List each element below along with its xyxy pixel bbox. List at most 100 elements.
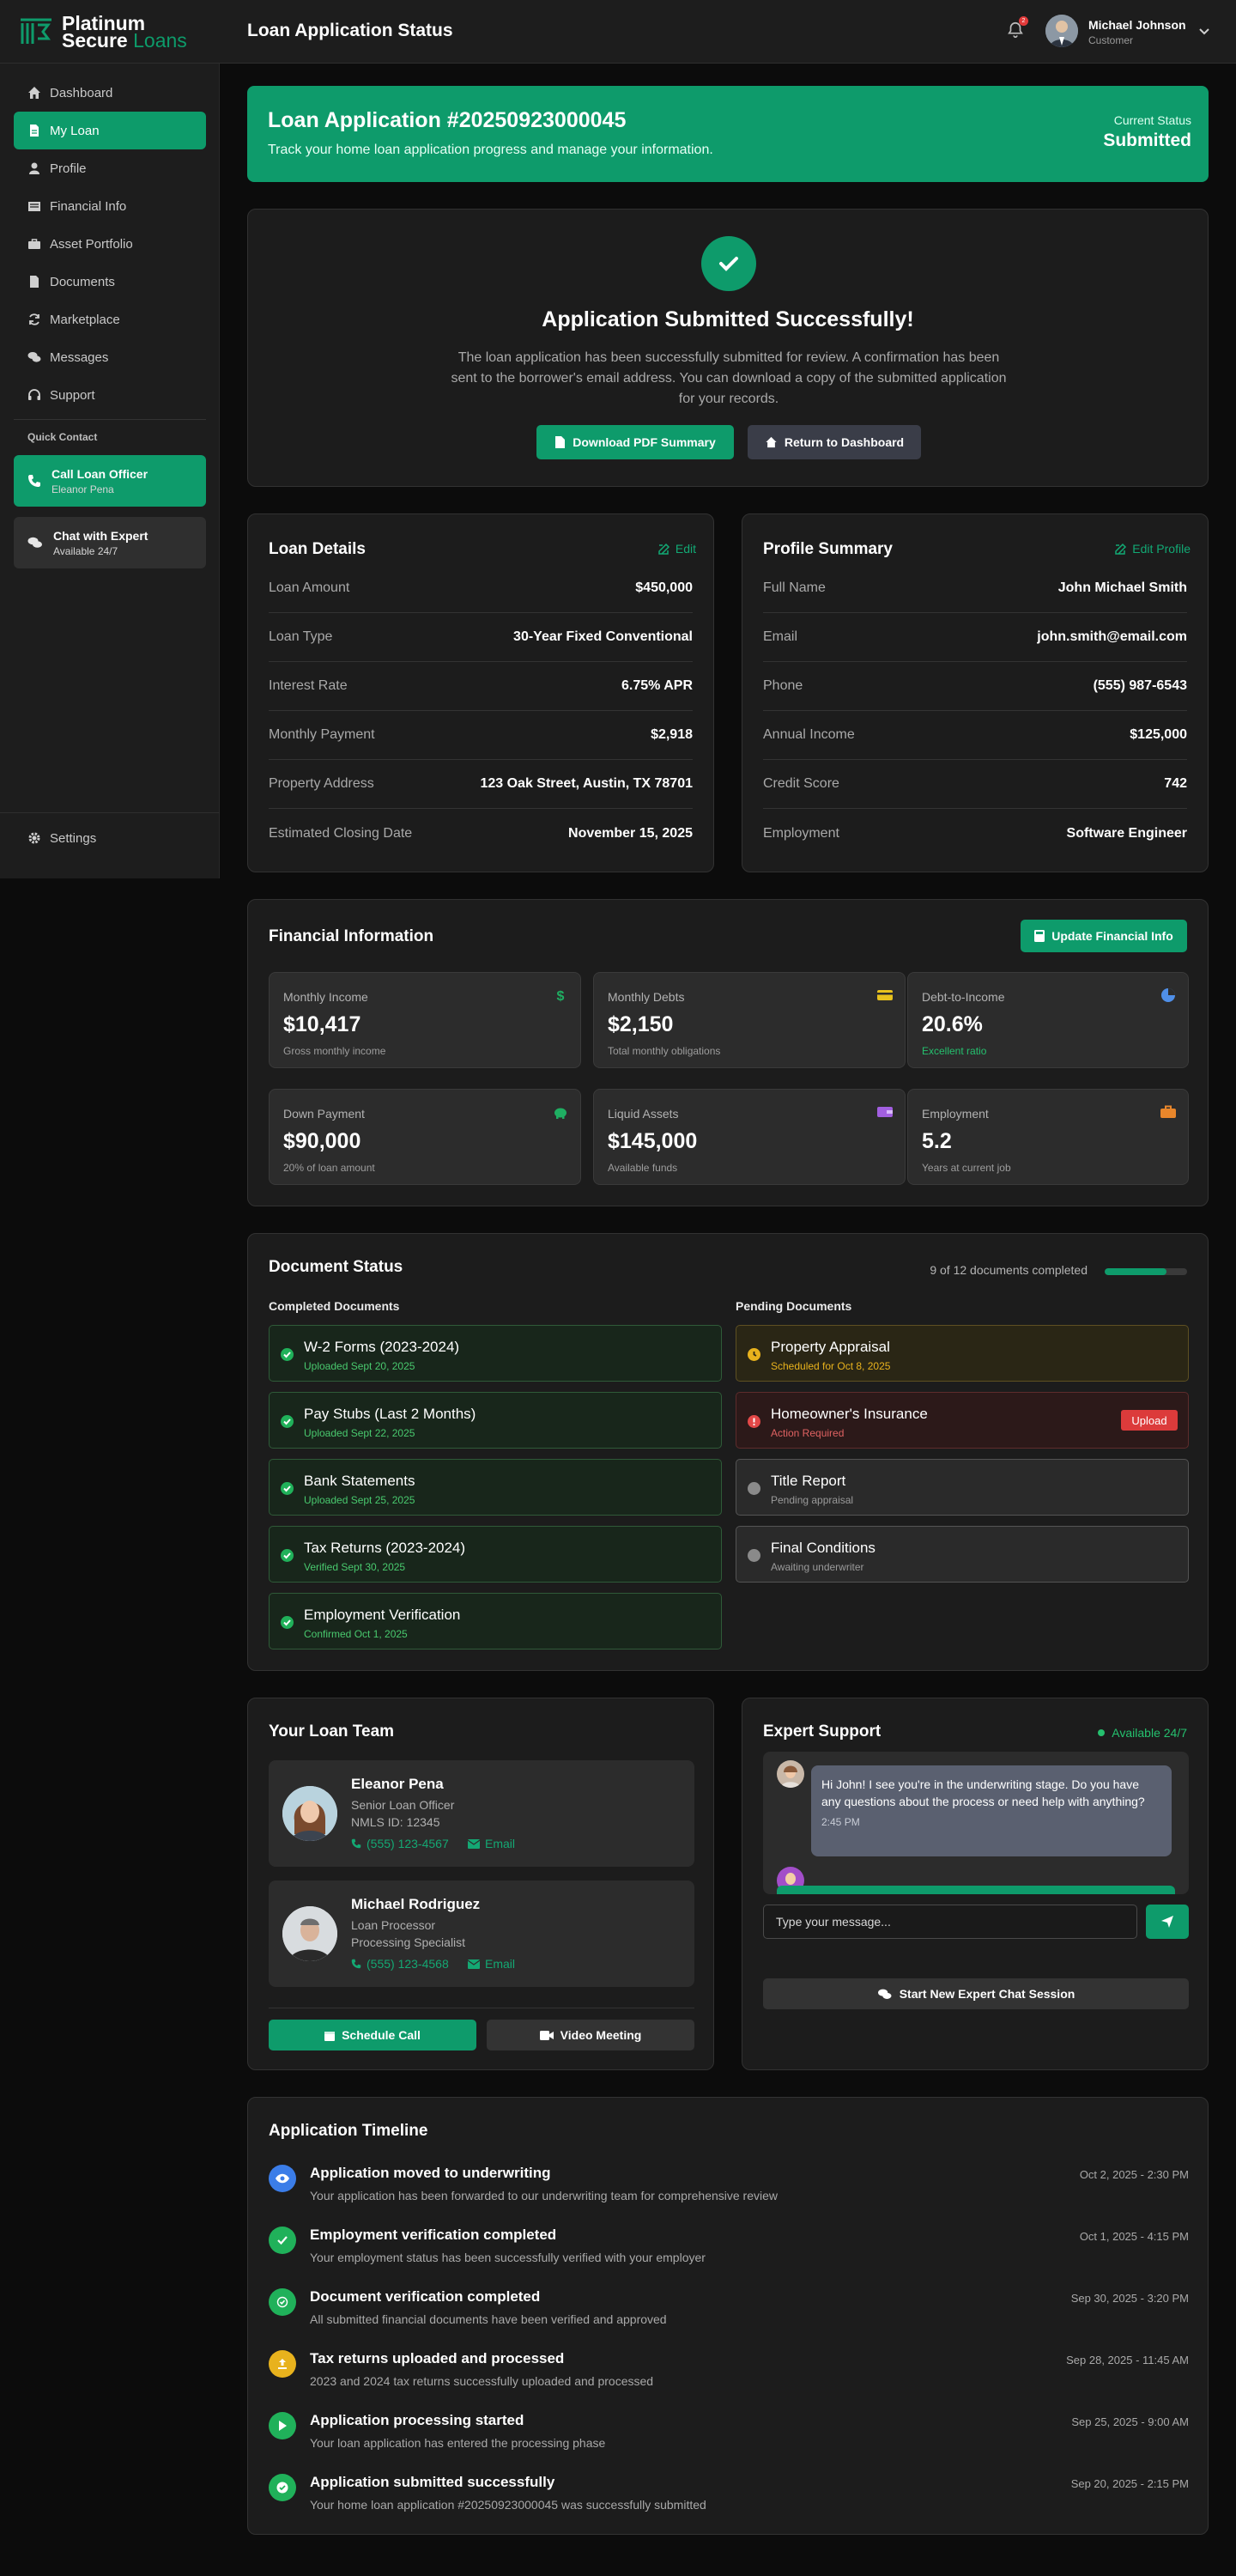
stat-sub: Years at current job bbox=[922, 1162, 1011, 1174]
pending-document-item[interactable]: Title Report Pending appraisal bbox=[736, 1459, 1189, 1516]
edit-profile-button[interactable]: Edit Profile bbox=[1115, 542, 1191, 556]
document-status: Uploaded Sept 25, 2025 bbox=[304, 1494, 415, 1506]
start-expert-chat-button[interactable]: Start New Expert Chat Session bbox=[763, 1978, 1189, 2009]
sidebar-item-messages[interactable]: Messages bbox=[14, 338, 206, 376]
stat-liquid-assets: Liquid Assets $145,000 Available funds bbox=[593, 1089, 906, 1185]
chevron-down-icon[interactable] bbox=[1198, 26, 1210, 38]
stat-value: $90,000 bbox=[283, 1129, 361, 1153]
timeline-event-desc: 2023 and 2024 tax returns successfully u… bbox=[310, 2374, 654, 2388]
video-meeting-button[interactable]: Video Meeting bbox=[487, 2020, 694, 2050]
sidebar-item-asset-portfolio[interactable]: Asset Portfolio bbox=[14, 225, 206, 263]
timeline-card: Application Timeline Application moved t… bbox=[247, 2097, 1209, 2535]
pending-document-item[interactable]: Property Appraisal Scheduled for Oct 8, … bbox=[736, 1325, 1189, 1382]
edit-profile-label: Edit Profile bbox=[1132, 542, 1191, 556]
timeline-event: Application submitted successfully Your … bbox=[269, 2472, 1189, 2522]
chat-message-bubble: Hi John! I see you're in the underwritin… bbox=[811, 1765, 1172, 1856]
profile-key: Annual Income bbox=[763, 727, 855, 742]
return-dashboard-button[interactable]: Return to Dashboard bbox=[748, 425, 921, 459]
sidebar-item-documents[interactable]: Documents bbox=[14, 263, 206, 301]
timeline-event-desc: Your home loan application #202509230000… bbox=[310, 2498, 706, 2512]
send-message-button[interactable] bbox=[1146, 1905, 1189, 1939]
download-pdf-label: Download PDF Summary bbox=[573, 435, 716, 449]
stat-value: 5.2 bbox=[922, 1129, 952, 1153]
timeline-event-title: Application processing started bbox=[310, 2412, 524, 2428]
timeline-event: Tax returns uploaded and processed 2023 … bbox=[269, 2348, 1189, 2398]
completed-document-item[interactable]: Tax Returns (2023-2024) Verified Sept 30… bbox=[269, 1526, 722, 1583]
call-officer-title: Call Loan Officer bbox=[52, 466, 148, 481]
sidebar-item-financial-info[interactable]: Financial Info bbox=[14, 187, 206, 225]
profile-row: Email john.smith@email.com bbox=[763, 613, 1187, 662]
edit-loan-button[interactable]: Edit bbox=[658, 542, 696, 556]
user-name[interactable]: Michael Johnson bbox=[1088, 18, 1186, 32]
completed-document-item[interactable]: Pay Stubs (Last 2 Months) Uploaded Sept … bbox=[269, 1392, 722, 1449]
chat-message-input[interactable]: Type your message... bbox=[763, 1905, 1137, 1939]
upload-button[interactable]: Upload bbox=[1121, 1410, 1178, 1431]
document-status: Awaiting underwriter bbox=[771, 1561, 864, 1573]
stat-monthly-debts: Monthly Debts $2,150 Total monthly oblig… bbox=[593, 972, 906, 1068]
upload-icon bbox=[269, 2350, 296, 2378]
timeline-event: Application processing started Your loan… bbox=[269, 2410, 1189, 2460]
avatar[interactable] bbox=[1045, 15, 1078, 47]
sidebar-item-profile[interactable]: Profile bbox=[14, 149, 206, 187]
notifications-button[interactable]: 2 bbox=[1006, 16, 1028, 39]
sidebar-item-support[interactable]: Support bbox=[14, 376, 206, 414]
file-check-icon bbox=[269, 2288, 296, 2316]
chat-with-expert-button[interactable]: Chat with Expert Available 24/7 bbox=[14, 517, 206, 568]
email-link[interactable]: Email bbox=[468, 1957, 515, 1971]
email-link[interactable]: Email bbox=[468, 1837, 515, 1850]
sidebar-item-settings[interactable]: Settings bbox=[14, 819, 206, 857]
clock-icon bbox=[748, 1348, 760, 1361]
update-financial-button[interactable]: Update Financial Info bbox=[1021, 920, 1187, 952]
pending-document-item[interactable]: Homeowner's Insurance Action Required Up… bbox=[736, 1392, 1189, 1449]
video-meeting-label: Video Meeting bbox=[560, 2028, 642, 2042]
sidebar-item-marketplace[interactable]: Marketplace bbox=[14, 301, 206, 338]
completed-document-item[interactable]: Employment Verification Confirmed Oct 1,… bbox=[269, 1593, 722, 1649]
detail-key: Interest Rate bbox=[269, 678, 348, 693]
team-member-card: Michael Rodriguez Loan Processor Process… bbox=[269, 1880, 694, 1987]
gear-icon bbox=[28, 832, 40, 844]
detail-row: Monthly Payment $2,918 bbox=[269, 711, 693, 760]
detail-row: Interest Rate 6.75% APR bbox=[269, 662, 693, 711]
detail-key: Estimated Closing Date bbox=[269, 825, 413, 841]
timeline-event-desc: Your employment status has been successf… bbox=[310, 2251, 706, 2264]
phone-link[interactable]: (555) 123-4568 bbox=[351, 1957, 449, 1971]
sidebar-item-dashboard[interactable]: Dashboard bbox=[14, 74, 206, 112]
calendar-icon bbox=[324, 2031, 336, 2041]
check-circle-icon bbox=[281, 1616, 294, 1629]
brand-logo[interactable]: Platinum Secure Loans bbox=[19, 14, 187, 51]
document-name: Pay Stubs (Last 2 Months) bbox=[304, 1406, 476, 1422]
timeline-event-title: Application submitted successfully bbox=[310, 2474, 555, 2490]
expert-support-card: Expert Support Available 24/7 Hi John! I… bbox=[742, 1698, 1209, 2070]
completed-document-item[interactable]: Bank Statements Uploaded Sept 25, 2025 bbox=[269, 1459, 722, 1516]
call-officer-subtitle: Eleanor Pena bbox=[52, 483, 114, 495]
phone-icon bbox=[28, 475, 40, 487]
call-loan-officer-button[interactable]: Call Loan Officer Eleanor Pena bbox=[14, 455, 206, 507]
stat-value: $10,417 bbox=[283, 1012, 361, 1036]
timeline-event: Document verification completed All subm… bbox=[269, 2287, 1189, 2336]
detail-key: Monthly Payment bbox=[269, 727, 375, 742]
profile-value: (555) 987-6543 bbox=[1093, 678, 1187, 693]
phone-link[interactable]: (555) 123-4567 bbox=[351, 1837, 449, 1850]
member-email-label: Email bbox=[485, 1837, 516, 1850]
pending-documents-heading: Pending Documents bbox=[736, 1299, 852, 1313]
sidebar-item-my-loan[interactable]: My Loan bbox=[14, 112, 206, 149]
file-icon bbox=[30, 125, 39, 137]
timeline-event-desc: Your application has been forwarded to o… bbox=[310, 2189, 779, 2202]
document-name: W-2 Forms (2023-2024) bbox=[304, 1339, 460, 1355]
chat-message-text: Hi John! I see you're in the underwritin… bbox=[821, 1777, 1145, 1808]
pending-document-item[interactable]: Final Conditions Awaiting underwriter bbox=[736, 1526, 1189, 1583]
document-name: Title Report bbox=[771, 1473, 846, 1489]
sidebar-item-label: Asset Portfolio bbox=[50, 236, 133, 252]
timeline-event-title: Document verification completed bbox=[310, 2288, 541, 2305]
download-pdf-button[interactable]: Download PDF Summary bbox=[536, 425, 734, 459]
member-role: Senior Loan Officer bbox=[351, 1798, 455, 1812]
top-bar: Platinum Secure Loans Loan Application S… bbox=[0, 0, 1236, 64]
credit-card-icon bbox=[877, 990, 893, 1000]
timeline-event-date: Oct 2, 2025 - 2:30 PM bbox=[1079, 2168, 1189, 2181]
chat-messages[interactable]: Hi John! I see you're in the underwritin… bbox=[763, 1752, 1189, 1894]
document-status: Verified Sept 30, 2025 bbox=[304, 1561, 406, 1573]
completed-document-item[interactable]: W-2 Forms (2023-2024) Uploaded Sept 20, … bbox=[269, 1325, 722, 1382]
detail-value: $2,918 bbox=[651, 727, 693, 742]
detail-value: November 15, 2025 bbox=[568, 825, 693, 841]
schedule-call-button[interactable]: Schedule Call bbox=[269, 2020, 476, 2050]
